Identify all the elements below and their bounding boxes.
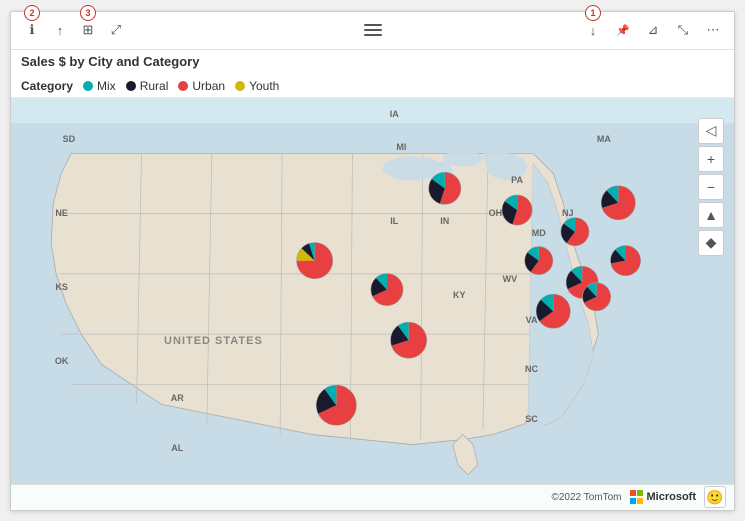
grid-button[interactable]: 3 ⊞ <box>77 19 99 41</box>
locate-button[interactable]: ◆ <box>698 230 724 256</box>
more-icon: ⋯ <box>707 22 720 38</box>
sort-up-icon: ↑ <box>57 23 64 38</box>
mix-dot <box>83 81 93 91</box>
toolbar-center <box>364 24 382 36</box>
filter-icon: ⊿ <box>648 22 659 38</box>
crop-button[interactable]: ⤡ <box>672 19 694 41</box>
compass-button[interactable]: ▲ <box>698 202 724 228</box>
legend-item-urban: Urban <box>178 79 225 93</box>
info-button[interactable]: 2 ℹ <box>21 19 43 41</box>
urban-dot <box>178 81 188 91</box>
crop-icon: ⤡ <box>678 22 688 38</box>
filter-button[interactable]: ⊿ <box>642 19 664 41</box>
emoji-button[interactable]: 🙂 <box>704 486 726 508</box>
pin-button[interactable]: 📌 <box>612 19 634 41</box>
rural-dot <box>126 81 136 91</box>
expand-icon: ⤢ <box>111 22 121 38</box>
microsoft-logo: Microsoft <box>630 490 697 504</box>
legend-bar: Category Mix Rural Urban Youth <box>11 75 734 98</box>
map-controls: ◁ + − ▲ ◆ <box>698 118 724 256</box>
toolbar: 2 ℹ ↑ 3 ⊞ ⤢ 1 ↓ 📌 <box>11 12 734 50</box>
ms-squares-icon <box>630 490 644 504</box>
urban-label: Urban <box>192 79 225 93</box>
microsoft-text: Microsoft <box>647 491 697 503</box>
map-back-button[interactable]: ◁ <box>698 118 724 144</box>
sort-up-button[interactable]: ↑ <box>49 19 71 41</box>
grid-icon: ⊞ <box>83 22 94 38</box>
copyright-text: ©2022 TomTom <box>552 492 622 503</box>
toolbar-right: 1 ↓ 📌 ⊿ ⤡ ⋯ <box>582 19 724 41</box>
map-area[interactable]: SD NE KS OK AR AL MI IA IL IN KY OH PA W… <box>11 98 734 510</box>
legend-item-rural: Rural <box>126 79 169 93</box>
annotation-2: 2 <box>24 5 40 21</box>
more-button[interactable]: ⋯ <box>702 19 724 41</box>
zoom-out-button[interactable]: − <box>698 174 724 200</box>
annotation-1: 1 <box>585 5 601 21</box>
toolbar-left: 2 ℹ ↑ 3 ⊞ ⤢ <box>21 19 127 41</box>
legend-item-mix: Mix <box>83 79 116 93</box>
download-icon: ↓ <box>590 23 597 38</box>
legend-item-youth: Youth <box>235 79 279 93</box>
youth-dot <box>235 81 245 91</box>
expand-button[interactable]: ⤢ <box>105 19 127 41</box>
zoom-in-button[interactable]: + <box>698 146 724 172</box>
map-footer: ©2022 TomTom Microsoft 🙂 <box>11 484 734 510</box>
mix-label: Mix <box>97 79 116 93</box>
annotation-3: 3 <box>80 5 96 21</box>
chart-title: Sales $ by City and Category <box>11 50 734 75</box>
youth-label: Youth <box>249 79 279 93</box>
rural-label: Rural <box>140 79 169 93</box>
info-icon: ℹ <box>30 22 35 38</box>
widget-container: 2 ℹ ↑ 3 ⊞ ⤢ 1 ↓ 📌 <box>10 11 735 511</box>
pin-icon: 📌 <box>616 24 630 37</box>
download-button[interactable]: 1 ↓ <box>582 19 604 41</box>
legend-label: Category <box>21 79 73 93</box>
map-background <box>11 98 734 510</box>
hamburger-menu[interactable] <box>364 24 382 36</box>
